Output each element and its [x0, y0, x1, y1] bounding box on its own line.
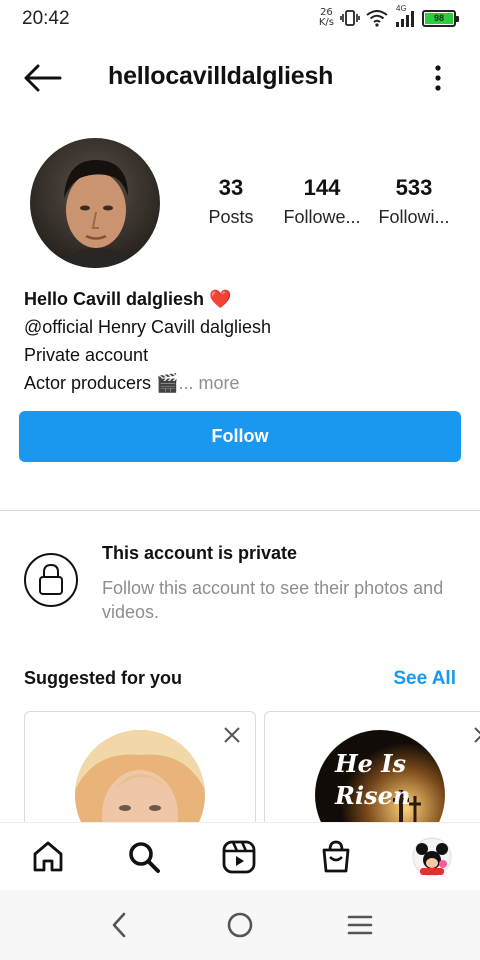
see-all-link[interactable]: See All: [393, 668, 456, 690]
nav-back-icon[interactable]: [103, 908, 137, 942]
status-icons: 26 K/s 4G 98: [318, 4, 459, 30]
stat-posts[interactable]: 33 Posts: [186, 175, 276, 228]
profile-header: hellocavilldalgliesh: [0, 50, 480, 106]
stat-followers[interactable]: 144 Followe...: [277, 175, 367, 228]
bottom-tab-bar: [0, 822, 480, 890]
status-bar: 20:42 26 K/s 4G 98: [0, 0, 480, 36]
clapperboard-emoji: 🎬: [156, 373, 179, 393]
profile-avatar-icon[interactable]: [412, 837, 452, 877]
search-icon[interactable]: [124, 837, 164, 877]
svg-text:He Is: He Is: [334, 749, 407, 778]
heart-emoji: ❤️: [209, 289, 232, 309]
stat-following[interactable]: 533 Followi...: [369, 175, 459, 228]
vibrate-icon: [340, 10, 360, 26]
bio-line: @official Henry Cavill dalgliesh: [24, 317, 272, 337]
signal-icon: 4G: [394, 4, 416, 28]
close-icon[interactable]: [223, 726, 241, 744]
network-speed: 26 K/s: [318, 7, 334, 28]
profile-stats: 33 Posts 144 Followe... 533 Followi...: [190, 175, 465, 235]
close-icon[interactable]: [473, 726, 480, 744]
lock-icon: [24, 553, 78, 607]
private-title: This account is private: [102, 543, 298, 563]
profile-bio: Hello Cavill dalgliesh ❤️ @official Henr…: [24, 285, 271, 397]
bio-line: Actor producers: [24, 373, 152, 393]
system-navigation-bar: [0, 890, 480, 960]
reels-icon[interactable]: [219, 837, 259, 877]
svg-text:Risen: Risen: [334, 781, 410, 810]
shop-icon[interactable]: [316, 837, 356, 877]
bio-more-link[interactable]: ... more: [179, 373, 240, 393]
profile-username: hellocavilldalgliesh: [108, 62, 334, 90]
battery-icon: 98: [422, 9, 459, 27]
back-arrow-icon[interactable]: [20, 62, 64, 94]
follow-button[interactable]: Follow: [19, 411, 461, 462]
bio-name: Hello Cavill dalgliesh: [24, 289, 205, 309]
suggested-title: Suggested for you: [24, 668, 183, 688]
more-vertical-icon[interactable]: [426, 64, 450, 92]
profile-avatar[interactable]: [30, 138, 160, 268]
private-subtitle: Follow this account to see their photos …: [102, 578, 444, 622]
nav-home-icon[interactable]: [223, 908, 257, 942]
nav-menu-icon[interactable]: [343, 908, 377, 942]
bio-line: Private account: [24, 345, 149, 365]
home-icon[interactable]: [28, 837, 68, 877]
divider: [0, 510, 480, 511]
status-time: 20:42: [22, 8, 70, 29]
wifi-icon: [366, 10, 388, 27]
